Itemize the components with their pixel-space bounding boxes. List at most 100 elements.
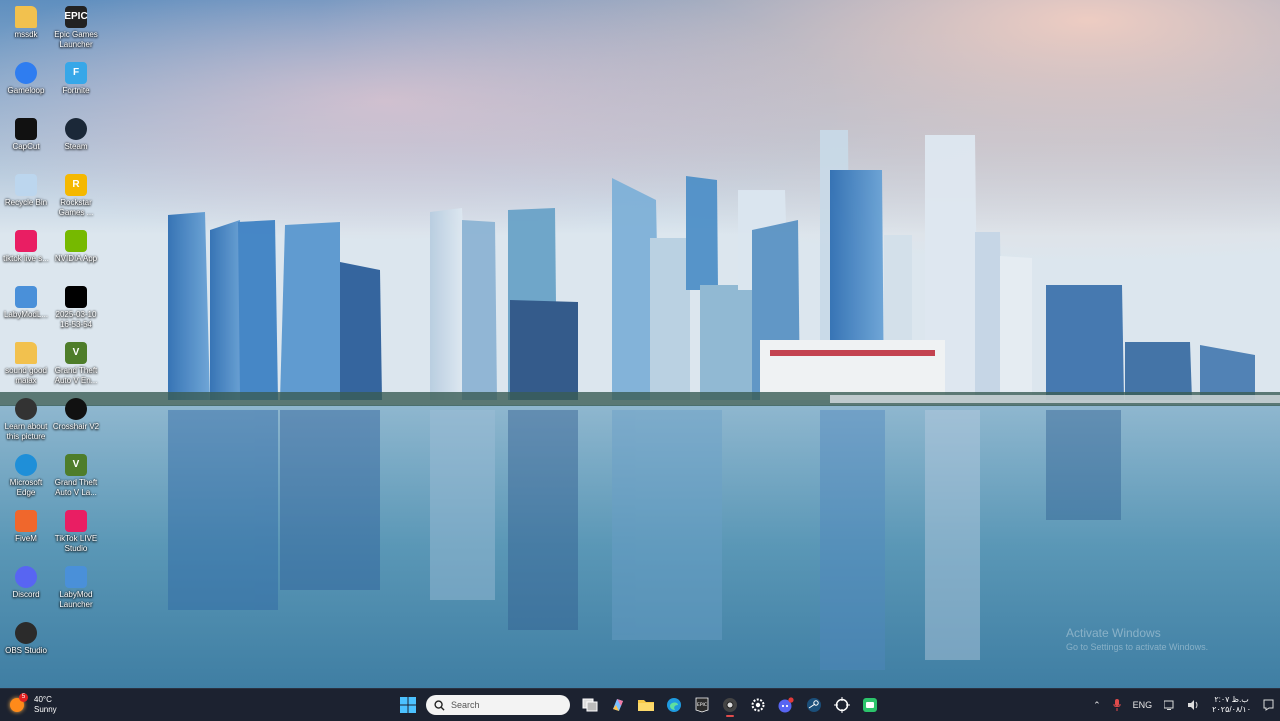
desktop-icon-grand-theft-auto-v-la[interactable]: V Grand Theft Auto V La... (50, 450, 102, 506)
desktop-icon-label: Crosshair V2 (52, 422, 100, 431)
desktop-icon-label: OBS Studio (5, 646, 47, 655)
labymod-icon (15, 286, 37, 308)
desktop-icon-crosshair-v2[interactable]: Crosshair V2 (50, 394, 102, 450)
notification-icon[interactable] (1263, 699, 1274, 711)
weather-temp: 40°C (34, 695, 52, 704)
folder-icon (15, 6, 37, 28)
volume-icon[interactable] (1188, 700, 1200, 710)
edge-button[interactable] (660, 693, 688, 717)
desktop-icon-label: TikTok LIVE Studio (54, 534, 98, 553)
desktop-icon-mssdk[interactable]: mssdk (0, 2, 52, 58)
desktop-icon-tiktok-live-studio[interactable]: TikTok LIVE Studio (50, 506, 102, 562)
desktop-wallpaper (0, 0, 1280, 688)
copilot-button[interactable] (604, 693, 632, 717)
desktop-icon-epic-games-launcher[interactable]: EPIC Epic Games Launcher (50, 2, 102, 58)
clock[interactable]: ۲:۰۷ ب.ظ ۲۰۲۵/۰۸/۱۰ (1212, 695, 1251, 715)
network-icon[interactable] (1164, 700, 1176, 710)
video-file-icon (65, 286, 87, 308)
desktop-icon-sound-good-maiax[interactable]: sound good maiax (0, 338, 52, 394)
desktop-icon-label: Grand Theft Auto V La... (54, 478, 98, 497)
desktop-icon-rockstar-games[interactable]: R Rockstar Games ... (50, 170, 102, 226)
epic-games-icon: EPIC (695, 697, 709, 713)
task-view-icon (582, 698, 598, 712)
activate-windows-watermark: Activate Windows Go to Settings to activ… (1066, 626, 1266, 652)
desktop-icon-label: sound good maiax (5, 366, 47, 385)
crosshair-icon (834, 697, 850, 713)
app-button[interactable] (856, 693, 884, 717)
file-explorer-button[interactable] (632, 693, 660, 717)
desktop-icon-labymod-launcher[interactable]: LabyMod Launcher (50, 562, 102, 618)
desktop-icon-fortnite[interactable]: F Fortnite (50, 58, 102, 114)
desktop-icon-label: Discord (12, 590, 40, 599)
desktop-icon-nvidia-app[interactable]: NVIDIA App (50, 226, 102, 282)
desktop-icon-2025-03-10-16-53-54[interactable]: 2025-03-10 16-53-54 (50, 282, 102, 338)
desktop-icon-capcut[interactable]: CapCut (0, 114, 52, 170)
tiktok-live-studio-icon (65, 510, 87, 532)
desktop-icon-label: CapCut (12, 142, 40, 151)
desktop-icon-recycle-bin[interactable]: Recycle Bin (0, 170, 52, 226)
capcut-icon (15, 118, 37, 140)
desktop-icon-label: Rockstar Games ... (58, 198, 94, 217)
discord-icon (778, 697, 794, 713)
desktop-icon-labymodl[interactable]: LabyModL... (0, 282, 52, 338)
desktop-icon-label: Fortnite (62, 86, 90, 95)
copilot-icon (613, 699, 623, 711)
fivem-icon (15, 510, 37, 532)
edge-icon (667, 698, 681, 712)
desktop-icon-label: mssdk (14, 30, 38, 39)
obs-icon (15, 622, 37, 644)
start-button[interactable] (394, 693, 422, 717)
chrome-button[interactable] (716, 693, 744, 717)
recycle-bin-icon (15, 174, 37, 196)
gameloop-icon (15, 62, 37, 84)
desktop-icon-steam[interactable]: Steam (50, 114, 102, 170)
crosshair-button[interactable] (828, 693, 856, 717)
steam-icon (65, 118, 87, 140)
clock-time: ۲:۰۷ ب.ظ (1214, 695, 1249, 704)
labymod-icon (65, 566, 87, 588)
search-placeholder: Search (451, 700, 480, 710)
epic-games-icon: EPIC (64, 6, 88, 28)
task-view-button[interactable] (576, 693, 604, 717)
crosshair-icon (65, 398, 87, 420)
steam-icon (807, 698, 821, 712)
desktop-icon-label: Learn about this picture (4, 422, 48, 441)
chrome-icon (723, 698, 737, 712)
chevron-up-icon[interactable]: ⌃ (1093, 700, 1101, 711)
gta-v-icon: V (65, 342, 87, 364)
desktop-icon-microsoft-edge[interactable]: Microsoft Edge (0, 450, 52, 506)
desktop-icon-label: Gameloop (7, 86, 45, 95)
epic-games-button[interactable]: EPIC (688, 693, 716, 717)
desktop-icon-label: Microsoft Edge (9, 478, 43, 497)
fortnite-icon: F (65, 62, 87, 84)
desktop-icon-grand-theft-auto-v-en[interactable]: V Grand Theft Auto V En... (50, 338, 102, 394)
learn-about-picture-icon (15, 398, 37, 420)
nvidia-icon (65, 230, 87, 252)
desktop-icon-learn-about-this-picture[interactable]: Learn about this picture (0, 394, 52, 450)
windows-logo-icon (400, 697, 416, 713)
desktop-icon-label: Steam (64, 142, 88, 151)
microphone-icon[interactable] (1113, 699, 1121, 711)
svg-text:EPIC: EPIC (697, 702, 707, 708)
desktop-icon-discord[interactable]: Discord (0, 562, 52, 618)
desktop-icon-tiktok-live-s[interactable]: tiktok live s... (0, 226, 52, 282)
desktop-icon-gameloop[interactable]: Gameloop (0, 58, 52, 114)
taskbar-search[interactable]: Search (426, 695, 570, 715)
weather-widget[interactable]: 5 40°C Sunny (10, 693, 57, 716)
desktop-icon-label: tiktok live s... (3, 254, 49, 263)
desktop-icon-fivem[interactable]: FiveM (0, 506, 52, 562)
discord-button[interactable] (772, 693, 800, 717)
language-indicator[interactable]: ENG (1133, 700, 1153, 710)
desktop-icon-label: Grand Theft Auto V En... (54, 366, 98, 385)
rockstar-games-icon: R (65, 174, 87, 196)
tiktok-live-icon (15, 230, 37, 252)
system-tray: ⌃ ENG ۲:۰۷ ب.ظ ۲۰۲۵/۰۸/۱۰ (1087, 689, 1280, 721)
activate-windows-subtitle: Go to Settings to activate Windows. (1066, 642, 1209, 652)
edge-icon (15, 454, 37, 476)
desktop-icon-obs-studio[interactable]: OBS Studio (0, 618, 52, 674)
gta-v-icon: V (65, 454, 87, 476)
steam-button[interactable] (800, 693, 828, 717)
desktop-icon-label: Epic Games Launcher (54, 30, 98, 49)
desktop-icon-area: mssdk EPIC Epic Games Launcher Gameloop F For… (0, 0, 110, 688)
settings-button[interactable] (744, 693, 772, 717)
